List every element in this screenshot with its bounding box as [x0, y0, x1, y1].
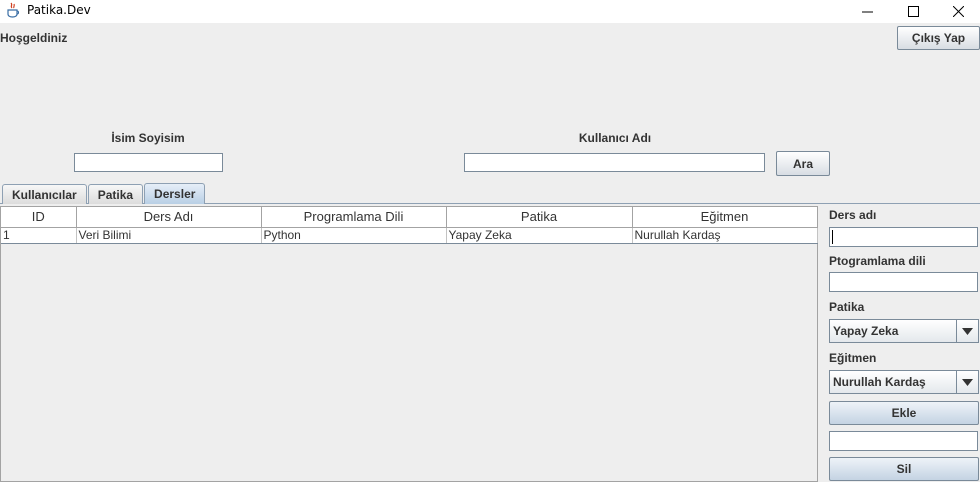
tab-bar: Kullanıcılar Patika Dersler — [2, 183, 206, 204]
maximize-button[interactable] — [890, 0, 936, 23]
column-header-teacher[interactable]: Eğitmen — [632, 207, 818, 228]
teacher-select-value: Nurullah Kardaş — [833, 375, 926, 389]
search-button-label: Ara — [792, 156, 813, 171]
close-button[interactable] — [935, 0, 980, 23]
teacher-dropdown-button[interactable] — [956, 371, 978, 393]
username-search-input[interactable] — [464, 153, 765, 172]
tab-patika[interactable]: Patika — [87, 184, 144, 204]
java-cup-icon — [7, 2, 20, 18]
language-label: Ptogramlama dili — [829, 254, 926, 268]
tab-users[interactable]: Kullanıcılar — [2, 184, 87, 204]
course-name-label: Ders adı — [829, 208, 877, 222]
maximize-icon — [907, 6, 919, 17]
column-header-id[interactable]: ID — [1, 207, 77, 228]
teacher-label: Eğitmen — [829, 351, 877, 365]
tab-users-label: Kullanıcılar — [12, 187, 77, 202]
search-button[interactable]: Ara — [776, 151, 830, 176]
minimize-icon — [861, 11, 873, 13]
window-title: Patika.Dev — [27, 3, 91, 17]
column-header-language[interactable]: Programlama Dili — [261, 207, 447, 228]
welcome-label: Hoşgeldiniz — [0, 31, 68, 45]
course-name-input[interactable] — [829, 227, 978, 247]
tab-courses[interactable]: Dersler — [144, 183, 206, 204]
username-label: Kullanıcı Adı — [578, 131, 652, 145]
chevron-down-icon — [962, 327, 973, 335]
column-header-course-name[interactable]: Ders Adı — [76, 207, 262, 228]
minimize-button[interactable] — [844, 0, 890, 23]
close-icon — [952, 6, 964, 17]
courses-table[interactable]: ID Ders Adı Programlama Dili Patika Eğit… — [0, 206, 818, 482]
delete-id-input[interactable] — [829, 431, 978, 451]
patika-label: Patika — [829, 300, 865, 314]
cell-teacher[interactable]: Nurullah Kardaş — [632, 227, 818, 244]
cell-language[interactable]: Python — [261, 227, 447, 244]
delete-course-button[interactable]: Sil — [829, 457, 979, 481]
patika-dropdown-button[interactable] — [956, 320, 978, 342]
name-label: İsim Soyisim — [111, 131, 185, 145]
table-row[interactable]: 1 Veri Bilimi Python Yapay Zeka Nurullah… — [1, 227, 818, 244]
cell-patika[interactable]: Yapay Zeka — [446, 227, 633, 244]
cell-course-name[interactable]: Veri Bilimi — [76, 227, 262, 244]
table-header-row: ID Ders Adı Programlama Dili Patika Eğit… — [1, 207, 818, 228]
cell-id[interactable]: 1 — [1, 227, 77, 244]
logout-button[interactable]: Çıkış Yap — [897, 26, 980, 50]
tab-patika-label: Patika — [97, 187, 134, 202]
patika-select-value: Yapay Zeka — [833, 324, 899, 338]
teacher-select[interactable]: Nurullah Kardaş — [829, 370, 979, 394]
tab-courses-label: Dersler — [154, 187, 196, 201]
column-header-patika[interactable]: Patika — [446, 207, 633, 228]
text-caret — [832, 230, 833, 244]
language-input[interactable] — [829, 272, 978, 292]
add-course-button-label: Ekle — [891, 406, 917, 420]
add-course-button[interactable]: Ekle — [829, 401, 979, 425]
delete-course-button-label: Sil — [896, 462, 912, 476]
title-bar: Patika.Dev — [0, 0, 980, 23]
logout-button-label: Çıkış Yap — [911, 31, 966, 45]
name-search-input[interactable] — [74, 153, 223, 172]
chevron-down-icon — [962, 378, 973, 386]
patika-select[interactable]: Yapay Zeka — [829, 319, 979, 343]
